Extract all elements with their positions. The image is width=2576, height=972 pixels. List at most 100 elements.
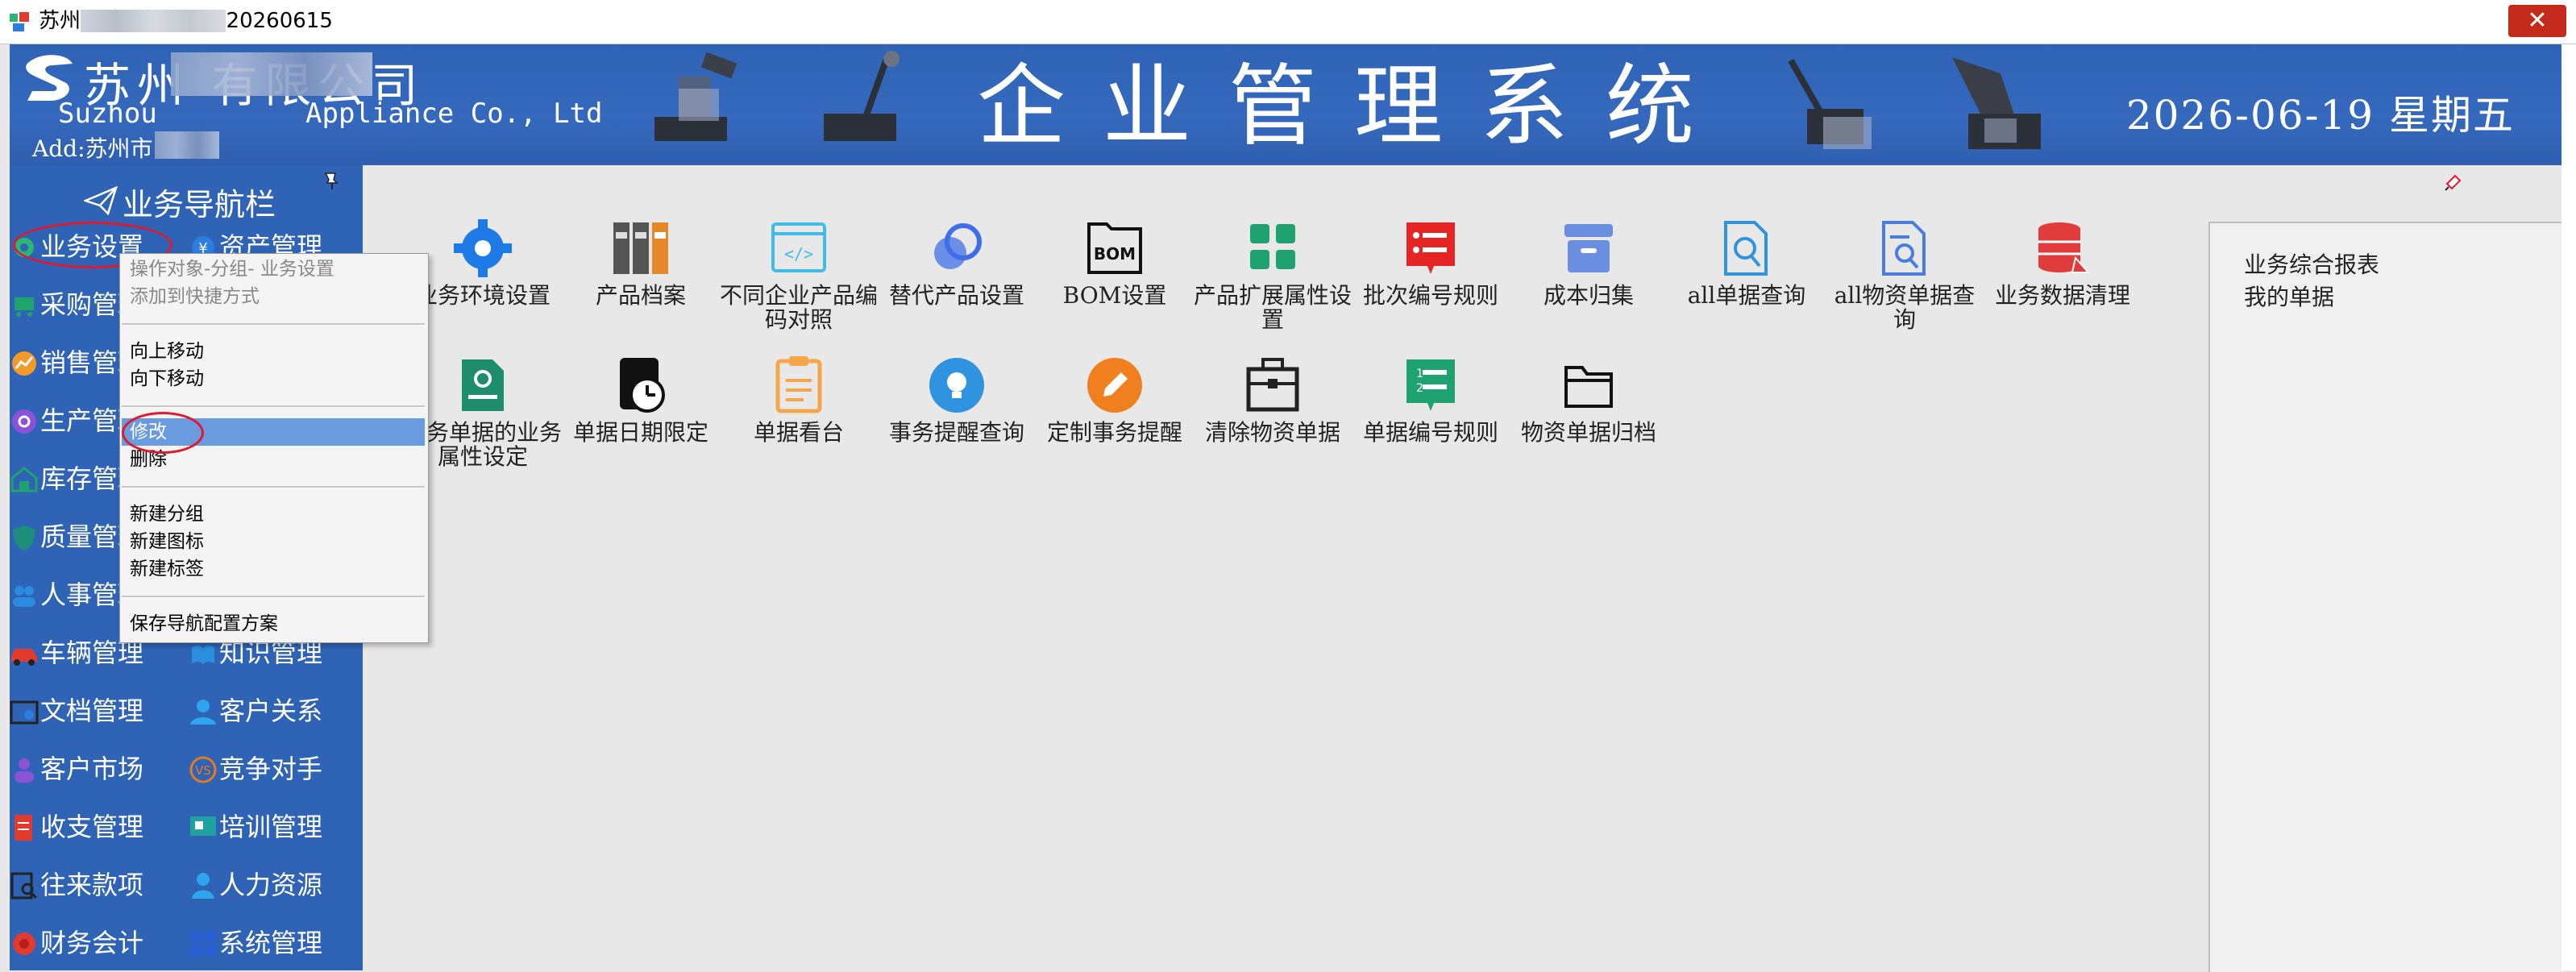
nav-item-human-resources[interactable]: 人力资源 [189,862,362,908]
nav-item-label: 竞争对手 [219,754,323,784]
close-icon: ✕ [2527,6,2548,35]
nav-item-label: 人力资源 [219,870,323,900]
company-english-name: Suzhou Appliance Co., Ltd [58,98,603,130]
company-logo [26,55,73,101]
paper-plane-icon [84,185,118,216]
grid-item-product-archive[interactable]: 产品档案 [562,216,720,308]
menu-item-new-group[interactable]: 新建分组 [130,501,204,528]
grid-item-label: all物资单据查询 [1834,282,1976,333]
doc-gear-icon [462,359,504,411]
menu-separator [122,405,425,408]
reports-panel: 业务综合报表 我的单据 [2208,222,2563,972]
redacted-area [81,10,226,32]
menu-item-new-icon[interactable]: 新建图标 [130,528,204,555]
close-button[interactable]: ✕ [2508,5,2566,37]
machine-illustration [1952,57,2041,149]
pin-icon[interactable] [321,168,343,191]
window-border [2561,44,2576,970]
grid-item-material-doc-archive[interactable]: 物资单据归档 [1510,353,1668,445]
grid-item-label: 产品扩展属性设置 [1194,282,1352,333]
grid-item-doc-date-limit[interactable]: 单据日期限定 [562,353,720,445]
window-title-bar: 苏州 ] 综合管理 oit 20260615 ✕ [0,0,2576,44]
user-icon [190,700,216,725]
people-icon [13,586,35,607]
grid-item-custom-reminder[interactable]: 定制事务提醒 [1036,353,1194,445]
menu-item-move-up[interactable]: 向上移动 [130,338,204,365]
training-icon [190,816,216,836]
svg-text:VS: VS [195,763,211,778]
nav-item-customer-market[interactable]: 客户市场 [10,746,183,791]
grid-item-label: 不同企业产品编码对照 [720,282,879,333]
finance-icon [13,933,35,955]
grid-item-label: 单据编号规则 [1362,419,1498,446]
database-icon [2038,222,2091,273]
menu-item-new-label[interactable]: 新建标签 [130,555,204,583]
nav-item-system[interactable]: 系统管理 [189,920,362,966]
pin-icon[interactable] [2444,172,2463,192]
pencil-circle-icon [1087,358,1142,413]
nav-item-competitors[interactable]: VS 竞争对手 [189,746,362,791]
nav-item-training[interactable]: 培训管理 [189,804,362,849]
binders-icon [613,222,668,274]
customer-icon [15,758,34,783]
nav-item-finance[interactable]: 财务会计 [10,920,183,966]
nav-item-income-expense[interactable]: 收支管理 [10,804,183,849]
grid-item-label: 批次编号规则 [1362,282,1498,309]
chart-icon [12,351,36,376]
nav-title: 业务导航栏 [123,187,276,222]
grid-item-bom-settings[interactable]: BOM BOM设置 [1036,216,1194,308]
nav-item-documents[interactable]: 文档管理 [10,688,183,733]
nav-item-label: 财务会计 [40,928,144,958]
gear-icon [454,219,512,277]
menu-item-save-config[interactable]: 保存导航配置方案 [130,610,278,638]
grid-item-all-docs-query[interactable]: all单据查询 [1668,216,1826,308]
grid-item-clear-material-docs[interactable]: 清除物资单据 [1194,353,1352,445]
grid-item-batch-numbering[interactable]: 批次编号规则 [1352,216,1510,308]
numbered-list2-icon: 12 [1406,359,1455,411]
grid-item-all-material-docs-query[interactable]: all物资单据查询 [1826,216,1984,332]
archive-icon [1564,224,1613,272]
grid-item-substitute-products[interactable]: 替代产品设置 [878,216,1036,308]
book-icon [192,645,214,665]
grid-item-reminder-query[interactable]: 事务提醒查询 [878,353,1036,445]
annotation-circle [122,412,204,454]
report-link-my-documents[interactable]: 我的单据 [2244,280,2334,312]
grid-item-label: 替代产品设置 [888,282,1024,309]
car-icon [11,649,37,666]
grid-item-cost-collection[interactable]: 成本归集 [1510,216,1668,308]
grid-item-doc-dashboard[interactable]: 单据看台 [720,353,878,445]
menu-item-add-shortcut[interactable]: 添加到快捷方式 [130,283,260,310]
grid-item-product-extended-attrs[interactable]: 产品扩展属性设置 [1194,216,1352,332]
nav-item-label: 培训管理 [219,812,323,842]
hr-icon [192,873,214,899]
vs-icon: VS [189,756,217,783]
grid-item-label: 定制事务提醒 [1046,419,1182,446]
code-icon: </> [771,222,826,272]
grid-item-label: all单据查询 [1687,282,1806,309]
current-date: 2026-06-19 星期五 [2125,92,2515,139]
grid-item-label: 产品档案 [595,282,686,309]
grid-item-code-mapping[interactable]: </> 不同企业产品编码对照 [720,216,878,332]
grid-item-label: 单据看台 [753,419,844,446]
clipboard-icon [775,356,822,413]
svg-text:2: 2 [1416,382,1423,395]
folder-icon [1564,366,1613,408]
grid-item-data-cleanup[interactable]: 业务数据清理 [1984,216,2142,308]
search-doc-icon [10,872,38,899]
cart-icon [15,297,34,317]
nav-item-label: 客户关系 [219,696,323,726]
context-menu: 操作对象-分组- 业务设置 添加到快捷方式 向上移动 向下移动 修改 删除 新建… [119,253,429,643]
grid-item-doc-numbering[interactable]: 12 单据编号规则 [1352,353,1510,445]
app-icon [10,12,29,31]
nav-item-label: 收支管理 [40,812,144,842]
menu-item-move-down[interactable]: 向下移动 [130,365,204,393]
nav-item-label: 往来款项 [40,870,144,900]
shield-icon [13,525,35,550]
grid-item-label: 业务数据清理 [1994,282,2130,309]
nav-item-customer-relations[interactable]: 客户关系 [189,688,362,733]
menu-separator [122,596,425,598]
machine-illustration [824,51,900,141]
redacted-area [171,52,372,96]
nav-item-receivables[interactable]: 往来款项 [10,862,183,908]
report-link-business-report[interactable]: 业务综合报表 [2244,247,2379,280]
